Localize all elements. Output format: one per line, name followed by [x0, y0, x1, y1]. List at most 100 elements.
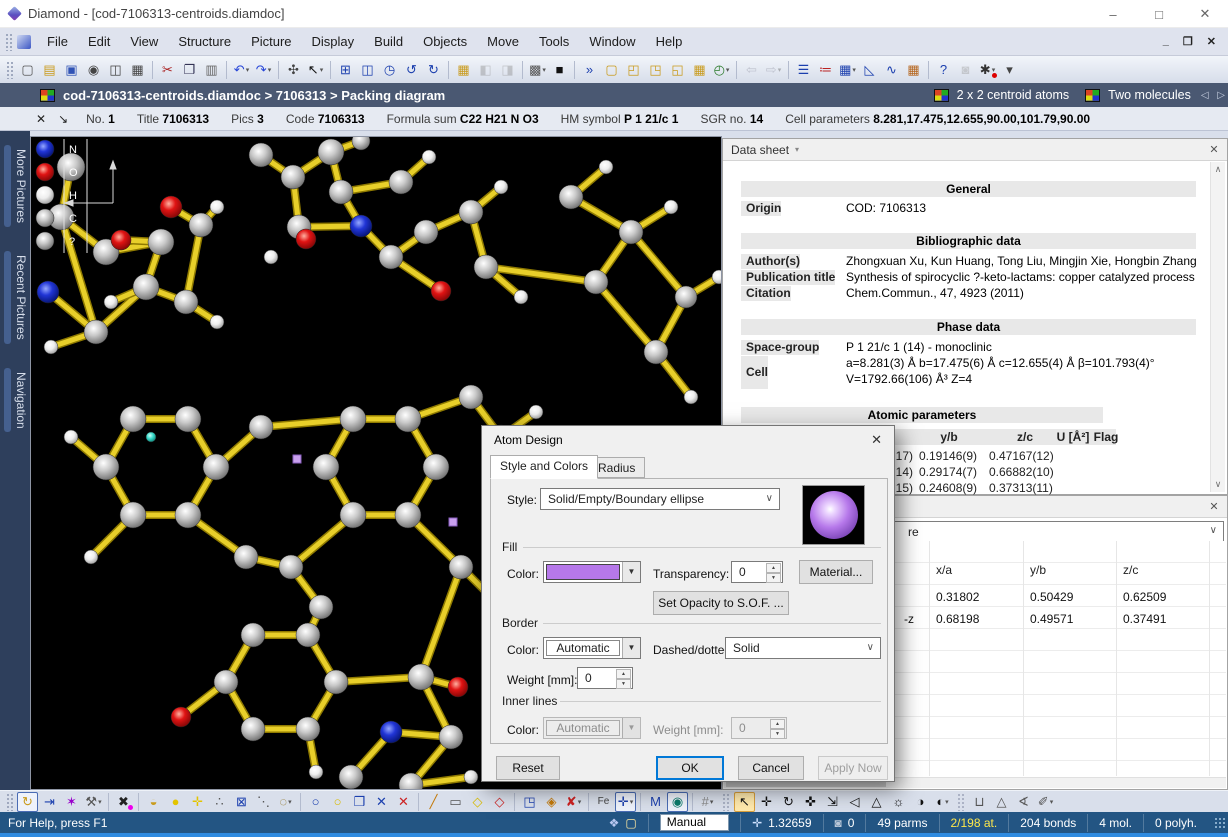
resize-grip[interactable]: [1214, 817, 1226, 829]
video-record-icon[interactable]: ✱▾: [977, 60, 998, 80]
view-history-icon[interactable]: ◷: [379, 60, 400, 80]
view-polyhedra-icon[interactable]: ◈: [541, 792, 562, 812]
diamond-update-icon[interactable]: ❖: [609, 816, 620, 830]
structure-builder-icon[interactable]: ⚒▾: [83, 792, 104, 812]
spin-y-tool-icon[interactable]: ◑: [910, 792, 931, 812]
picture-nav-arrows[interactable]: ◁ ▷: [1201, 90, 1228, 101]
sidebar-tab-navigation[interactable]: Navigation: [4, 366, 30, 435]
center-view-icon[interactable]: ✛▾: [615, 792, 636, 812]
measure-angles-icon[interactable]: △: [991, 792, 1012, 812]
edit-cell-frame-icon[interactable]: ▭: [445, 792, 466, 812]
mdi-minimize-button[interactable]: _: [1163, 35, 1169, 48]
transparency-spinner[interactable]: 0 ▲▼: [731, 561, 783, 583]
close-icon[interactable]: ✕: [1206, 142, 1222, 158]
dashed-dotted-select[interactable]: Solid ∨: [725, 637, 881, 659]
fill-color-picker[interactable]: ▼: [543, 561, 641, 583]
view-refresh-icon[interactable]: ↻: [423, 60, 444, 80]
rotate-tool-icon[interactable]: ↻: [778, 792, 799, 812]
border-weight-spinner[interactable]: 0 ▲▼: [577, 667, 633, 689]
picture-gallery-icon[interactable]: ▦: [689, 60, 710, 80]
toolbar-overflow-icon[interactable]: ▾: [999, 60, 1020, 80]
spin-down-icon[interactable]: ▼: [766, 573, 781, 583]
menu-objects[interactable]: Objects: [413, 29, 477, 54]
material-button[interactable]: Material...: [799, 560, 873, 584]
set-opacity-sof-button[interactable]: Set Opacity to S.O.F. ...: [653, 591, 789, 615]
view-navigation-icon[interactable]: ⊞: [335, 60, 356, 80]
close-button[interactable]: ✕: [1182, 0, 1228, 28]
spin-up-icon[interactable]: ▲: [616, 669, 631, 679]
tab-style-and-colors[interactable]: Style and Colors: [490, 455, 598, 479]
col-header-zc[interactable]: z/c: [1123, 563, 1138, 577]
close-icon[interactable]: ✕: [1206, 499, 1222, 515]
toolbar-grip[interactable]: [957, 793, 965, 811]
cut-icon[interactable]: ✂: [157, 60, 178, 80]
menu-tools[interactable]: Tools: [529, 29, 579, 54]
fill-cell-icon[interactable]: ⊠: [231, 792, 252, 812]
picture-paste-icon[interactable]: ◱: [667, 60, 688, 80]
polyhedra-yellow-icon[interactable]: ◇: [467, 792, 488, 812]
sidebar-tab-recent-pictures[interactable]: Recent Pictures: [4, 249, 30, 346]
menu-picture[interactable]: Picture: [241, 29, 301, 54]
grow-ring-yellow-icon[interactable]: ○: [327, 792, 348, 812]
border-color-picker[interactable]: Automatic ▼: [543, 637, 641, 659]
data-sheet-icon[interactable]: ☰: [793, 60, 814, 80]
find-icon[interactable]: ◉: [83, 60, 104, 80]
element-fe-icon[interactable]: Fe: [593, 792, 614, 812]
undo-icon[interactable]: ↶▾: [231, 60, 252, 80]
minimize-button[interactable]: –: [1090, 0, 1136, 28]
data-brief-icon[interactable]: ≔: [815, 60, 836, 80]
pack-cell-icon[interactable]: ❒: [349, 792, 370, 812]
grid-options-icon[interactable]: ▩▾: [527, 60, 548, 80]
close-icon[interactable]: ✕: [871, 432, 882, 448]
polyhedra-red-icon[interactable]: ◇: [489, 792, 510, 812]
col-header-yb[interactable]: y/b: [929, 429, 969, 445]
menu-help[interactable]: Help: [646, 29, 693, 54]
spin-z-tool-icon[interactable]: ◐▾: [932, 792, 953, 812]
grow-ring-blue-icon[interactable]: ○: [305, 792, 326, 812]
mdi-close-button[interactable]: ✕: [1207, 35, 1216, 48]
picture-apply-icon[interactable]: ⇥: [39, 792, 60, 812]
new-document-icon[interactable]: ▢: [17, 60, 38, 80]
move-tool-icon[interactable]: ✛: [756, 792, 777, 812]
data-sheet-header[interactable]: Data sheet ▾ ✕: [723, 139, 1227, 161]
title-bar[interactable]: Diamond - [cod-7106313-centroids.diamdoc…: [0, 0, 1228, 28]
powder-pattern-icon[interactable]: ∿: [881, 60, 902, 80]
print-preview-icon[interactable]: ◫: [105, 60, 126, 80]
toolbar-grip[interactable]: [722, 793, 730, 811]
create-bond-icon[interactable]: ╱: [423, 792, 444, 812]
dropdown-arrow-icon[interactable]: ▼: [622, 638, 640, 658]
measure-torsions-icon[interactable]: ∢: [1013, 792, 1034, 812]
toolbar-grip[interactable]: [5, 33, 12, 51]
structure-wizard-icon[interactable]: ✶: [61, 792, 82, 812]
dialog-title-bar[interactable]: Atom Design ✕: [482, 426, 894, 454]
maximize-button[interactable]: □: [1136, 0, 1182, 28]
delete-objects-icon[interactable]: ✘▾: [563, 792, 584, 812]
vertical-scrollbar[interactable]: ∧ ∨: [1210, 162, 1225, 492]
copy-icon[interactable]: ❐: [179, 60, 200, 80]
new-picture-icon[interactable]: ▢: [625, 816, 636, 830]
col-header-zc[interactable]: z/c: [1005, 429, 1045, 445]
cancel-button[interactable]: Cancel: [738, 756, 804, 780]
picture-history-icon[interactable]: ◴▾: [711, 60, 732, 80]
measure-planes-icon[interactable]: ✐▾: [1035, 792, 1056, 812]
zoom-tool-icon[interactable]: ⇲: [822, 792, 843, 812]
connectivity-icon[interactable]: ⋱: [253, 792, 274, 812]
render-globe-icon[interactable]: ◉: [667, 792, 688, 812]
rock-x-tool-icon[interactable]: ◁: [844, 792, 865, 812]
toolbar-grip[interactable]: [6, 793, 13, 811]
paste-icon[interactable]: ▥: [201, 60, 222, 80]
remove-fragments-blue-icon[interactable]: ✕: [371, 792, 392, 812]
menu-display[interactable]: Display: [302, 29, 365, 54]
distances-chart-icon[interactable]: ◺: [859, 60, 880, 80]
add-all-atoms-icon[interactable]: ●: [165, 792, 186, 812]
more-tools-icon[interactable]: »: [579, 60, 600, 80]
pan-icon[interactable]: ✣: [283, 60, 304, 80]
select-tool-icon[interactable]: ↖: [734, 792, 755, 812]
picture-copy-icon[interactable]: ◰: [623, 60, 644, 80]
help-icon[interactable]: ?: [933, 60, 954, 80]
scroll-up-icon[interactable]: ∧: [1211, 164, 1225, 175]
measure-distances-icon[interactable]: ⊔: [969, 792, 990, 812]
measure-m-icon[interactable]: M: [645, 792, 666, 812]
menu-window[interactable]: Window: [579, 29, 645, 54]
select-arrow-icon[interactable]: ↖▾: [305, 60, 326, 80]
